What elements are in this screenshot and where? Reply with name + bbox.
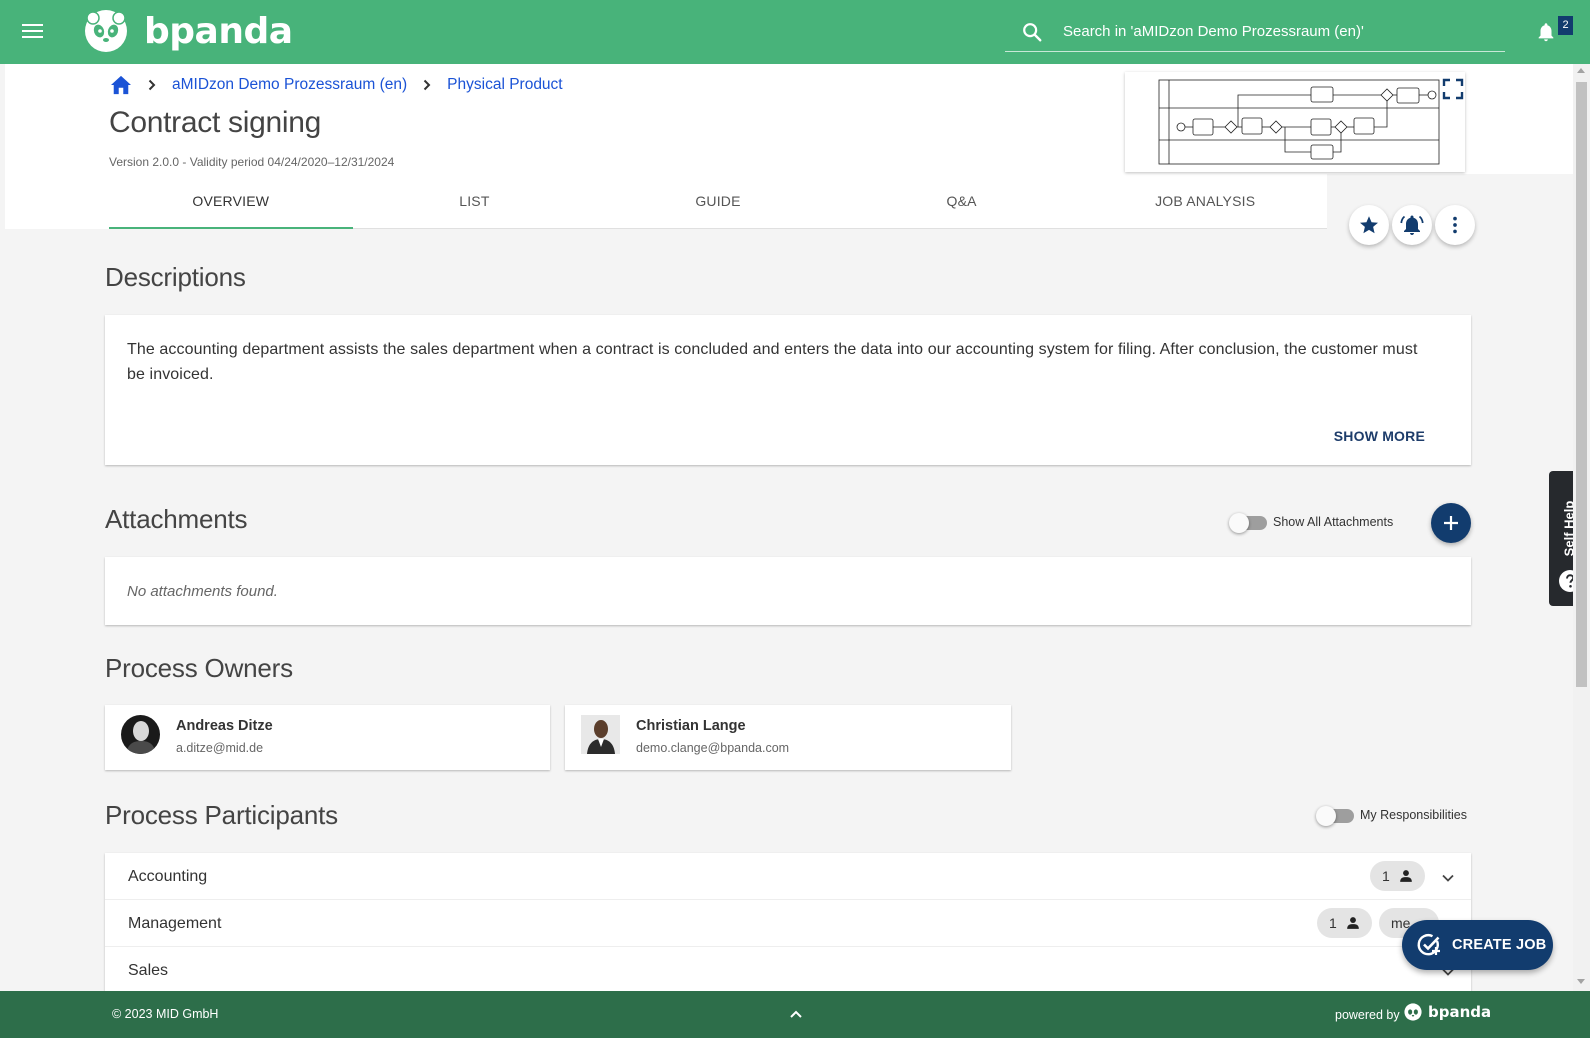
copyright-text: © 2023 MID GmbH — [112, 1007, 219, 1021]
panda-logo-icon — [1404, 1003, 1422, 1021]
tab-overview[interactable]: OVERVIEW — [109, 185, 353, 229]
participant-row-accounting[interactable]: Accounting 1 — [105, 853, 1471, 900]
show-all-attachments-toggle[interactable] — [1229, 513, 1267, 533]
add-attachment-button[interactable] — [1431, 503, 1471, 543]
no-attachments-text: No attachments found. — [127, 583, 278, 600]
footer: © 2023 MID GmbH powered by bpanda — [0, 991, 1590, 1038]
my-responsibilities-toggle[interactable] — [1316, 806, 1354, 826]
owner-name: Andreas Ditze — [176, 718, 273, 734]
tab-list[interactable]: LIST — [353, 185, 597, 229]
avatar — [121, 715, 160, 754]
owner-email: a.ditze@mid.de — [176, 741, 264, 755]
breadcrumb-link-processroom[interactable]: aMIDzon Demo Prozessraum (en) — [172, 76, 407, 94]
powered-by-text: powered by — [1335, 1008, 1400, 1022]
favorite-button[interactable] — [1349, 205, 1389, 245]
star-icon — [1360, 216, 1378, 234]
panda-logo-icon — [85, 10, 127, 52]
tab-job-analysis[interactable]: JOB ANALYSIS — [1083, 185, 1327, 229]
plus-icon — [1444, 516, 1458, 530]
chevron-right-icon — [148, 79, 156, 91]
chevron-down-icon[interactable] — [1440, 870, 1456, 886]
page-title: Contract signing — [109, 106, 321, 139]
owner-card[interactable]: Andreas Ditze a.ditze@mid.de — [105, 705, 550, 770]
my-responsibilities-label: My Responsibilities — [1360, 808, 1467, 822]
scroll-down-arrow[interactable] — [1577, 979, 1585, 984]
scroll-up-arrow[interactable] — [1577, 68, 1585, 73]
show-all-attachments-label: Show All Attachments — [1273, 515, 1394, 529]
bpmn-diagram-preview — [1158, 79, 1440, 165]
notifications-bell-icon[interactable] — [1535, 20, 1557, 44]
footer-logo: bpanda — [1404, 1003, 1491, 1021]
more-vert-icon — [1453, 216, 1457, 234]
scrollbar-thumb[interactable] — [1576, 82, 1587, 687]
breadcrumb: aMIDzon Demo Prozessraum (en) Physical P… — [110, 74, 563, 96]
brand-name: bpanda — [144, 10, 293, 52]
tab-guide[interactable]: GUIDE — [596, 185, 840, 229]
process-participants-heading: Process Participants — [105, 800, 338, 830]
description-card: The accounting department assists the sa… — [105, 315, 1471, 465]
person-icon — [1399, 870, 1412, 882]
participant-count-chip[interactable]: 1 — [1370, 861, 1425, 891]
description-text: The accounting department assists the sa… — [127, 341, 1418, 383]
chevron-right-icon — [423, 79, 431, 91]
notification-active-icon — [1400, 215, 1424, 235]
owner-email: demo.clange@bpanda.com — [636, 741, 790, 755]
person-icon — [1346, 917, 1359, 929]
participant-role-label: Sales — [128, 962, 169, 979]
create-job-label: CREATE JOB — [1452, 937, 1547, 953]
participant-row-management[interactable]: Management 1 me — [105, 900, 1471, 947]
participant-role-label: Accounting — [128, 868, 208, 885]
attachments-card: No attachments found. — [105, 557, 1471, 625]
footer-brand-name: bpanda — [1428, 1003, 1492, 1021]
create-job-button[interactable]: CREATE JOB — [1402, 920, 1553, 970]
avatar — [581, 715, 620, 754]
top-app-bar: bpanda 2 — [0, 0, 1590, 64]
subscribe-button[interactable] — [1392, 205, 1432, 245]
owner-card[interactable]: Christian Lange demo.clange@bpanda.com — [565, 705, 1011, 770]
search-bar — [1005, 12, 1505, 52]
notification-count-badge: 2 — [1558, 16, 1573, 35]
menu-icon[interactable] — [22, 20, 46, 44]
version-info: Version 2.0.0 - Validity period 04/24/20… — [109, 155, 395, 169]
attachments-heading: Attachments — [105, 504, 248, 534]
show-more-button[interactable]: SHOW MORE — [1334, 428, 1425, 444]
participant-role-label: Management — [128, 915, 222, 932]
tab-bar: OVERVIEW LIST GUIDE Q&A JOB ANALYSIS — [109, 185, 1327, 229]
participant-count-chip[interactable]: 1 — [1317, 908, 1372, 938]
search-input[interactable] — [1063, 23, 1503, 40]
descriptions-heading: Descriptions — [105, 262, 246, 292]
breadcrumb-link-category[interactable]: Physical Product — [447, 76, 562, 94]
more-options-button[interactable] — [1435, 205, 1475, 245]
home-icon[interactable] — [110, 75, 132, 95]
fullscreen-icon[interactable] — [1442, 78, 1464, 100]
chevron-up-icon[interactable] — [788, 1006, 804, 1022]
participants-list: Accounting 1 Management 1 me Sales — [105, 853, 1471, 991]
brand-logo[interactable]: bpanda — [84, 9, 293, 53]
participant-row-sales[interactable]: Sales — [105, 947, 1471, 991]
tab-qa[interactable]: Q&A — [840, 185, 1084, 229]
add-task-icon — [1417, 934, 1440, 956]
process-diagram-thumbnail[interactable] — [1125, 72, 1465, 172]
process-owners-heading: Process Owners — [105, 653, 293, 683]
owner-name: Christian Lange — [636, 718, 746, 734]
search-icon[interactable] — [1021, 21, 1043, 43]
